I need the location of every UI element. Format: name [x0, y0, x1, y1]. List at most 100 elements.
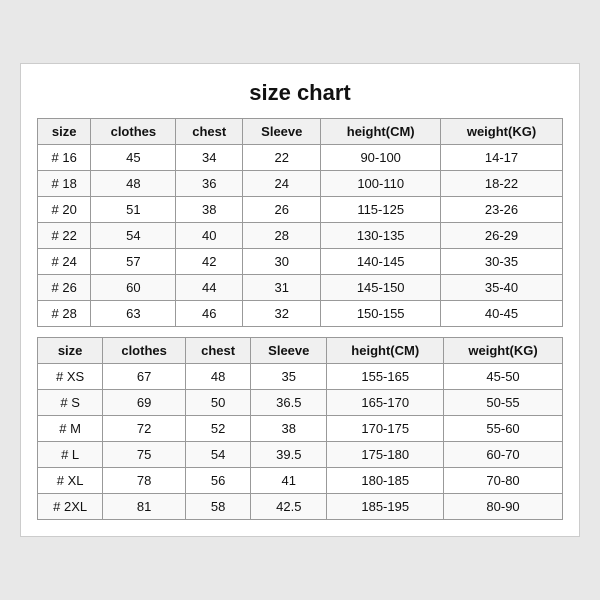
table-cell: 72 — [103, 416, 186, 442]
table-cell: 52 — [185, 416, 250, 442]
table-cell: # 24 — [38, 249, 91, 275]
table1-col-header: height(CM) — [321, 119, 441, 145]
table-cell: 145-150 — [321, 275, 441, 301]
table-cell: 18-22 — [441, 171, 563, 197]
table1-col-header: clothes — [91, 119, 176, 145]
table1-col-header: chest — [176, 119, 243, 145]
table-cell: 40-45 — [441, 301, 563, 327]
table-cell: # 18 — [38, 171, 91, 197]
table-cell: 100-110 — [321, 171, 441, 197]
table-cell: 55-60 — [444, 416, 563, 442]
size-table-2: sizeclotheschestSleeveheight(CM)weight(K… — [37, 337, 563, 520]
table-cell: 45 — [91, 145, 176, 171]
table-cell: 26 — [243, 197, 321, 223]
table-cell: 67 — [103, 364, 186, 390]
table2-col-header: height(CM) — [327, 338, 444, 364]
table1-header-row: sizeclotheschestSleeveheight(CM)weight(K… — [38, 119, 563, 145]
table-cell: 80-90 — [444, 494, 563, 520]
table-cell: 35-40 — [441, 275, 563, 301]
table-cell: 50 — [185, 390, 250, 416]
table-cell: 14-17 — [441, 145, 563, 171]
table-cell: 42.5 — [251, 494, 327, 520]
table-row: # M725238170-17555-60 — [38, 416, 563, 442]
table-cell: 150-155 — [321, 301, 441, 327]
table-row: # 18483624100-11018-22 — [38, 171, 563, 197]
table-cell: 48 — [91, 171, 176, 197]
table-cell: 175-180 — [327, 442, 444, 468]
table1-col-header: weight(KG) — [441, 119, 563, 145]
table-cell: 28 — [243, 223, 321, 249]
table-cell: 180-185 — [327, 468, 444, 494]
table2-col-header: chest — [185, 338, 250, 364]
table-cell: 42 — [176, 249, 243, 275]
table-cell: 31 — [243, 275, 321, 301]
table-cell: # 26 — [38, 275, 91, 301]
table-cell: 44 — [176, 275, 243, 301]
table-cell: 78 — [103, 468, 186, 494]
table-cell: 30 — [243, 249, 321, 275]
table-row: # 26604431145-15035-40 — [38, 275, 563, 301]
table-cell: 46 — [176, 301, 243, 327]
table-cell: 170-175 — [327, 416, 444, 442]
table-cell: 35 — [251, 364, 327, 390]
table-row: # 1645342290-10014-17 — [38, 145, 563, 171]
table-cell: 40 — [176, 223, 243, 249]
table-cell: 45-50 — [444, 364, 563, 390]
table-cell: 39.5 — [251, 442, 327, 468]
table-cell: 32 — [243, 301, 321, 327]
table-row: # 2XL815842.5185-19580-90 — [38, 494, 563, 520]
table-cell: 41 — [251, 468, 327, 494]
table1-header: sizeclotheschestSleeveheight(CM)weight(K… — [38, 119, 563, 145]
table-row: # 20513826115-12523-26 — [38, 197, 563, 223]
table-cell: 26-29 — [441, 223, 563, 249]
table-cell: # 20 — [38, 197, 91, 223]
table-cell: # 16 — [38, 145, 91, 171]
table-cell: 54 — [91, 223, 176, 249]
chart-title: size chart — [37, 80, 563, 106]
table2-header: sizeclotheschestSleeveheight(CM)weight(K… — [38, 338, 563, 364]
table-cell: 38 — [251, 416, 327, 442]
table-cell: # 22 — [38, 223, 91, 249]
section-gap — [37, 327, 563, 337]
table-row: # 22544028130-13526-29 — [38, 223, 563, 249]
table-cell: 130-135 — [321, 223, 441, 249]
table-cell: 34 — [176, 145, 243, 171]
table-cell: 54 — [185, 442, 250, 468]
table1-col-header: Sleeve — [243, 119, 321, 145]
table-cell: 63 — [91, 301, 176, 327]
table-cell: # L — [38, 442, 103, 468]
table-row: # 28634632150-15540-45 — [38, 301, 563, 327]
table-cell: 165-170 — [327, 390, 444, 416]
table2-col-header: weight(KG) — [444, 338, 563, 364]
table-cell: 81 — [103, 494, 186, 520]
table-cell: 70-80 — [444, 468, 563, 494]
table-cell: 90-100 — [321, 145, 441, 171]
table-cell: 22 — [243, 145, 321, 171]
table-cell: 185-195 — [327, 494, 444, 520]
table-cell: 23-26 — [441, 197, 563, 223]
table-row: # 24574230140-14530-35 — [38, 249, 563, 275]
table-cell: # XL — [38, 468, 103, 494]
table-cell: 75 — [103, 442, 186, 468]
table-cell: # 28 — [38, 301, 91, 327]
table-cell: 38 — [176, 197, 243, 223]
table-cell: 51 — [91, 197, 176, 223]
table-cell: # 2XL — [38, 494, 103, 520]
table-cell: # M — [38, 416, 103, 442]
table2-col-header: size — [38, 338, 103, 364]
table2-col-header: Sleeve — [251, 338, 327, 364]
table-cell: 56 — [185, 468, 250, 494]
table-cell: 60 — [91, 275, 176, 301]
table-cell: 155-165 — [327, 364, 444, 390]
table1-col-header: size — [38, 119, 91, 145]
table1-body: # 1645342290-10014-17# 18483624100-11018… — [38, 145, 563, 327]
table-cell: # XS — [38, 364, 103, 390]
table-cell: 30-35 — [441, 249, 563, 275]
table-row: # XL785641180-18570-80 — [38, 468, 563, 494]
table-cell: # S — [38, 390, 103, 416]
table2-header-row: sizeclotheschestSleeveheight(CM)weight(K… — [38, 338, 563, 364]
table-row: # L755439.5175-18060-70 — [38, 442, 563, 468]
table-cell: 48 — [185, 364, 250, 390]
size-chart-card: size chart sizeclotheschestSleeveheight(… — [20, 63, 580, 537]
table-cell: 140-145 — [321, 249, 441, 275]
